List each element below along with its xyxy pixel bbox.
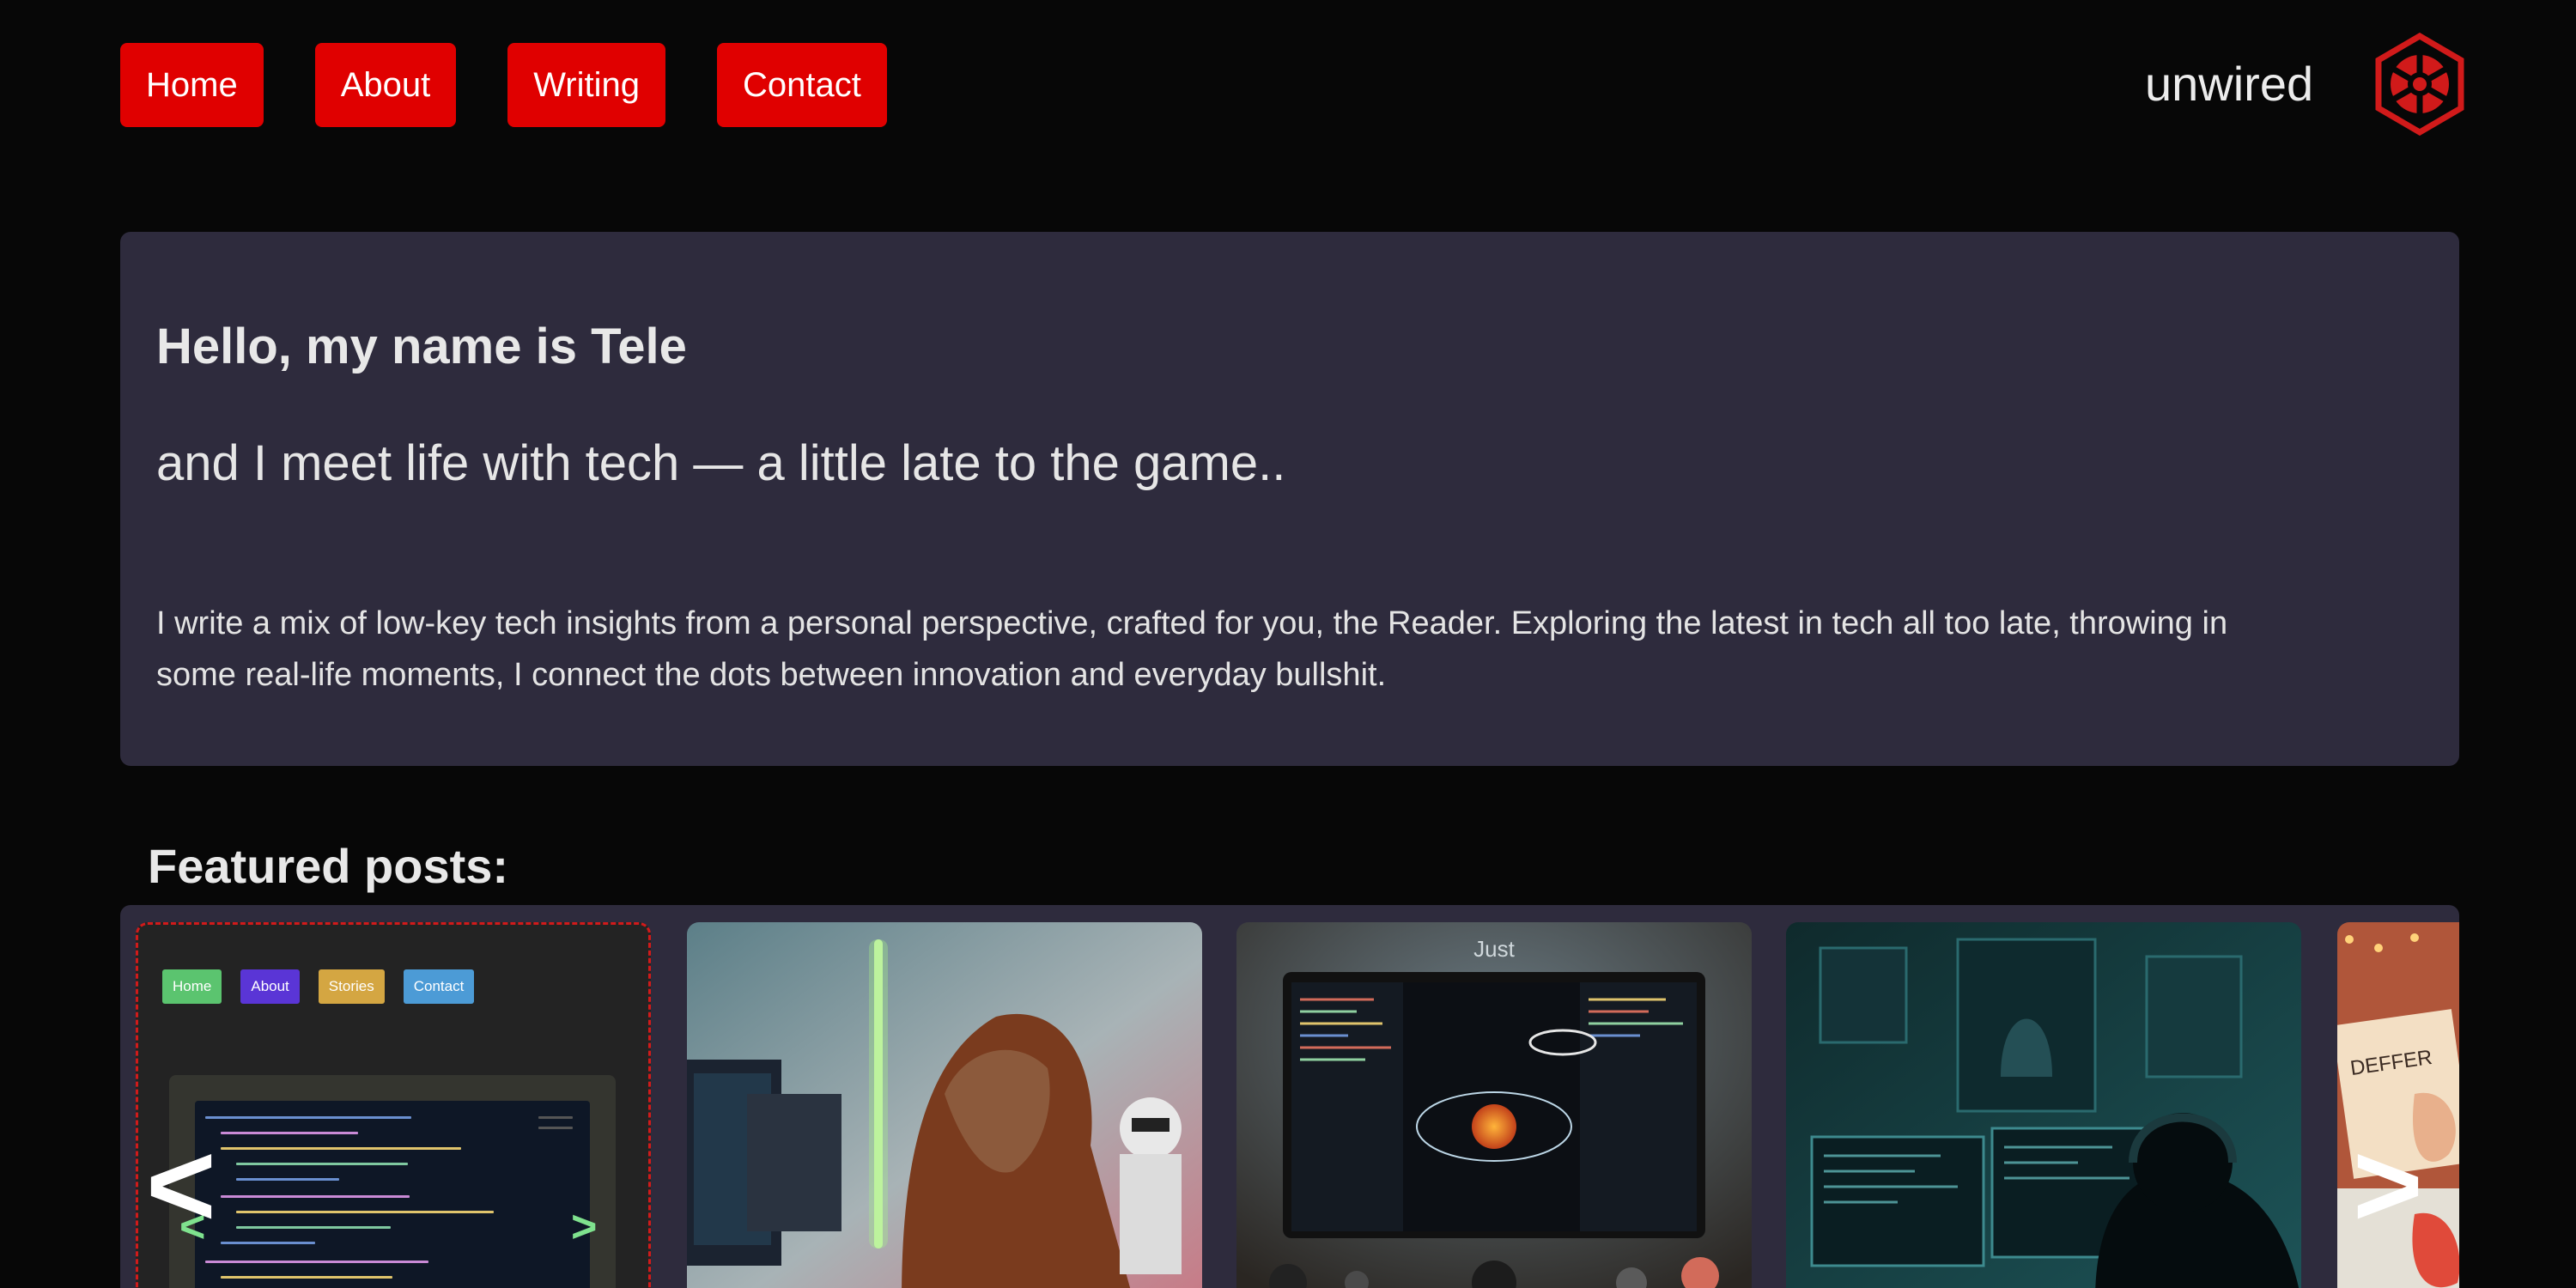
hero-title: Hello, my name is Tele: [156, 319, 687, 374]
preview-mini-nav: Home About Stories Contact: [162, 969, 475, 1004]
preview-next-arrow: >: [571, 1202, 598, 1252]
featured-post-card-jedi[interactable]: [687, 922, 1202, 1288]
featured-posts-carousel: Home About Stories Contact < > Just DEFF…: [120, 905, 2459, 1288]
featured-post-card-hacker[interactable]: [1786, 922, 2301, 1288]
svg-text:Just: Just: [1473, 936, 1515, 962]
nav-about-button[interactable]: About: [314, 43, 457, 127]
preview-home-button: Home: [162, 969, 222, 1004]
preview-stories-button: Stories: [318, 969, 385, 1004]
carousel-next-arrow[interactable]: >: [2353, 1125, 2423, 1245]
preview-code-panel: [169, 1075, 616, 1288]
carousel-prev-arrow[interactable]: <: [146, 1125, 216, 1245]
intro-panel: Hello, my name is Tele and I meet life w…: [120, 232, 2459, 766]
hero-description: I write a mix of low-key tech insights f…: [156, 605, 2228, 693]
just-cli-monitor-thumbnail: Just: [1236, 922, 1752, 1288]
hero-subtitle: and I meet life with tech — a little lat…: [156, 435, 1286, 491]
sith-empire-emblem-icon[interactable]: [2373, 33, 2466, 136]
nav-writing-button[interactable]: Writing: [507, 43, 665, 127]
site-brand-name[interactable]: unwired: [2145, 50, 2313, 118]
main-nav: Home About Writing Contact: [120, 43, 887, 127]
code-editor-screenshot: [195, 1101, 590, 1288]
preview-about-button: About: [240, 969, 300, 1004]
featured-posts-heading: Featured posts:: [148, 839, 509, 893]
featured-post-card-just[interactable]: Just: [1236, 922, 1752, 1288]
preview-contact-button: Contact: [403, 969, 475, 1004]
hooded-jedi-coding-thumbnail: [687, 922, 1202, 1288]
hacker-dark-room-thumbnail: [1786, 922, 2301, 1288]
nav-home-button[interactable]: Home: [120, 43, 264, 127]
nav-contact-button[interactable]: Contact: [716, 43, 887, 127]
